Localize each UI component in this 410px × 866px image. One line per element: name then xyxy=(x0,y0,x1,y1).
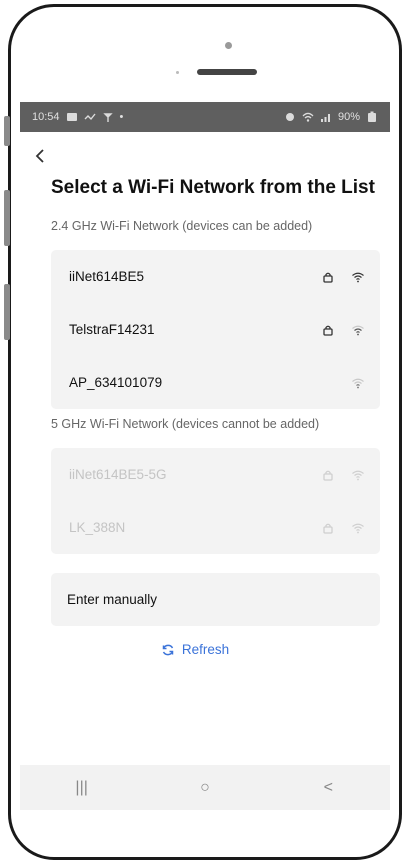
network-item-disabled: iiNet614BE5-5G xyxy=(51,448,380,501)
network-item[interactable]: TelstraF14231 xyxy=(51,303,380,356)
battery-percent: 90% xyxy=(337,111,360,123)
wifi-strong-icon xyxy=(352,523,364,533)
wifi-strong-icon xyxy=(352,272,364,282)
app-screen: 10:54 • 90% Select a Wi-Fi Network from … xyxy=(20,102,390,810)
notification-icon xyxy=(66,113,77,121)
signal-wave-icon xyxy=(84,113,96,121)
refresh-icon xyxy=(162,644,174,655)
wifi-strong-icon xyxy=(352,470,364,480)
status-time: 10:54 xyxy=(32,111,60,123)
recents-button[interactable]: ||| xyxy=(47,779,117,797)
lock-icon xyxy=(323,325,333,336)
status-bar: 10:54 • 90% xyxy=(20,102,390,132)
refresh-label: Refresh xyxy=(181,642,230,657)
nav-back-button[interactable]: < xyxy=(293,779,363,797)
lock-icon xyxy=(323,523,333,534)
alarm-icon xyxy=(285,113,294,121)
refresh-button[interactable]: Refresh xyxy=(20,642,390,657)
side-button-top xyxy=(4,116,10,146)
network-name: TelstraF14231 xyxy=(69,322,155,337)
system-nav-bar: ||| ○ < xyxy=(20,765,390,810)
wifi-medium-icon xyxy=(352,325,364,335)
back-button[interactable] xyxy=(34,146,46,169)
page-title: Select a Wi-Fi Network from the List xyxy=(51,177,375,198)
sensor-dot xyxy=(176,71,179,74)
back-arrow-icon xyxy=(35,149,44,163)
network-list-5ghz: iiNet614BE5-5G LK_388N xyxy=(51,448,380,554)
network-name: iiNet614BE5 xyxy=(69,269,145,284)
section-label-2-4ghz: 2.4 GHz Wi-Fi Network (devices can be ad… xyxy=(51,219,313,233)
side-button-volume-up xyxy=(4,190,10,246)
lock-icon xyxy=(323,272,333,283)
network-item-disabled: LK_388N xyxy=(51,501,380,554)
network-item[interactable]: iiNet614BE5 xyxy=(51,250,380,303)
home-button[interactable]: ○ xyxy=(170,779,240,797)
battery-icon xyxy=(368,111,376,122)
enter-manually-label: Enter manually xyxy=(67,592,158,607)
lock-icon xyxy=(323,470,333,481)
mobile-signal-icon xyxy=(320,114,330,122)
earpiece-speaker xyxy=(197,69,257,75)
wifi-status-icon xyxy=(302,112,314,122)
network-name: iiNet614BE5-5G xyxy=(69,467,167,482)
network-item[interactable]: AP_634101079 xyxy=(51,356,380,409)
enter-manually-button[interactable]: Enter manually xyxy=(51,573,380,626)
wifi-weak-icon xyxy=(352,378,364,388)
side-button-volume-down xyxy=(4,284,10,340)
section-label-5ghz: 5 GHz Wi-Fi Network (devices cannot be a… xyxy=(51,417,320,431)
network-name: AP_634101079 xyxy=(69,375,163,390)
fan-icon xyxy=(102,113,113,122)
network-name: LK_388N xyxy=(69,520,126,535)
network-list-2-4ghz: iiNet614BE5 TelstraF14231 AP_634101079 xyxy=(51,250,380,409)
front-camera xyxy=(225,42,232,49)
status-dot: • xyxy=(119,111,124,123)
